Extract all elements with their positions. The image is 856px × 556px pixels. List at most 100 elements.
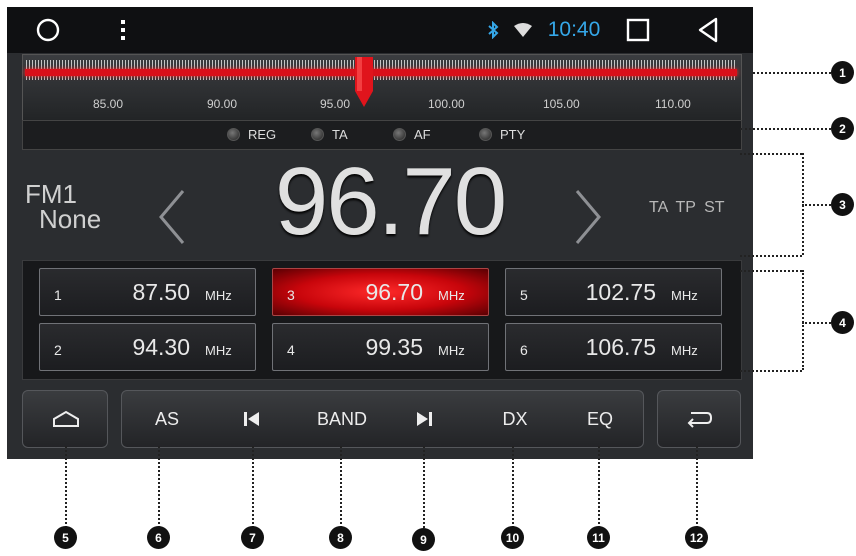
indicator-dot: [311, 128, 324, 141]
wifi-icon: [512, 7, 534, 53]
status-bar: 10:40: [7, 7, 753, 53]
preset-frequency: 94.30: [132, 334, 190, 360]
scale-label: 105.00: [543, 97, 580, 111]
indicator-dot: [393, 128, 406, 141]
preset-frequency: 87.50: [132, 279, 190, 305]
callout-line: [65, 446, 67, 528]
indicator-ta[interactable]: TA: [311, 127, 348, 142]
preset-5[interactable]: 5 102.75 MHz: [505, 268, 722, 316]
callout-badge: 5: [54, 526, 77, 549]
preset-panel: 1 87.50 MHz 3 96.70 MHz 5 102.75 MHz 2 9…: [22, 260, 742, 380]
callout-line: [740, 128, 831, 130]
auto-search-button[interactable]: AS: [142, 391, 192, 447]
indicator-label: PTY: [500, 127, 526, 142]
return-arrow-icon: [687, 412, 713, 428]
callout-line: [512, 446, 514, 528]
dx-button[interactable]: DX: [490, 391, 540, 447]
preset-unit: MHz: [205, 288, 232, 303]
chevron-left-icon[interactable]: [157, 187, 187, 257]
more-vert-icon[interactable]: [115, 7, 131, 53]
callout-badge: 8: [329, 526, 352, 549]
skip-previous-icon: [244, 412, 259, 426]
preset-frequency: 106.75: [585, 334, 656, 360]
scale-red-line: [25, 69, 737, 76]
bluetooth-icon: [485, 7, 501, 53]
indicator-dot: [227, 128, 240, 141]
indicator-label: AF: [414, 127, 431, 142]
preset-3[interactable]: 3 96.70 MHz: [272, 268, 489, 316]
eq-button[interactable]: EQ: [575, 391, 625, 447]
home-icon: [53, 410, 79, 427]
scale-label: 95.00: [320, 97, 351, 111]
callout-line: [158, 446, 160, 528]
preset-unit: MHz: [438, 288, 465, 303]
triangle-back-icon[interactable]: [693, 7, 723, 53]
callout-line: [423, 446, 425, 528]
callout-line: [598, 446, 600, 528]
callout-badge: 6: [147, 526, 170, 549]
indicator-label: REG: [248, 127, 277, 142]
tuning-needle[interactable]: [353, 57, 375, 107]
preset-unit: MHz: [671, 343, 698, 358]
callout-line: [696, 446, 698, 528]
callout-line: [740, 153, 802, 155]
scale-label: 110.00: [655, 97, 691, 111]
preset-frequency: 99.35: [365, 334, 423, 360]
callout-badge: 3: [831, 193, 854, 216]
preset-number: 5: [520, 287, 528, 303]
circle-home-icon[interactable]: [31, 7, 65, 53]
rds-indicator-bar: REG TA AF PTY: [22, 120, 742, 150]
preset-2[interactable]: 2 94.30 MHz: [39, 323, 256, 371]
preset-number: 3: [287, 287, 295, 303]
clock-time: 10:40: [547, 18, 601, 41]
preset-frequency: 96.70: [365, 279, 423, 305]
indicator-af[interactable]: AF: [393, 127, 431, 142]
preset-number: 1: [54, 287, 62, 303]
preset-number: 2: [54, 342, 62, 358]
current-frequency: 96.70: [274, 148, 507, 255]
home-button[interactable]: [22, 390, 108, 448]
band-label: FM1: [25, 179, 77, 209]
callout-line: [802, 204, 831, 206]
preset-unit: MHz: [205, 343, 232, 358]
indicator-pty[interactable]: PTY: [479, 127, 525, 142]
callout-line: [252, 446, 254, 528]
band-button[interactable]: BAND: [302, 391, 382, 447]
prev-track-button[interactable]: [232, 391, 272, 447]
chevron-right-icon[interactable]: [573, 187, 603, 257]
callout-badge: 4: [831, 311, 854, 334]
next-track-button[interactable]: [404, 391, 444, 447]
square-recents-icon[interactable]: [623, 7, 653, 53]
skip-next-icon: [417, 412, 432, 426]
callout-badge: 9: [412, 528, 435, 551]
scale-label: 90.00: [207, 97, 238, 111]
callout-line: [740, 255, 802, 257]
preset-number: 6: [520, 342, 528, 358]
station-name: None: [39, 204, 102, 234]
callout-line: [753, 72, 831, 74]
preset-4[interactable]: 4 99.35 MHz: [272, 323, 489, 371]
callout-line: [802, 270, 804, 370]
indicator-dot: [479, 128, 492, 141]
callout-badge: 2: [831, 117, 854, 140]
preset-6[interactable]: 6 106.75 MHz: [505, 323, 722, 371]
indicator-reg[interactable]: REG: [227, 127, 276, 142]
callout-badge: 1: [831, 61, 854, 84]
preset-number: 4: [287, 342, 295, 358]
preset-1[interactable]: 1 87.50 MHz: [39, 268, 256, 316]
scale-label: 100.00: [428, 97, 465, 111]
preset-unit: MHz: [438, 343, 465, 358]
radio-screen: 10:40 85.00 90.00 95.00 100.00 105.00 11…: [7, 7, 753, 459]
preset-unit: MHz: [671, 288, 698, 303]
indicator-label: TA: [332, 127, 348, 142]
callout-line: [802, 322, 831, 324]
callout-badge: 7: [241, 526, 264, 549]
callout-badge: 11: [587, 526, 610, 549]
control-bar: AS BAND DX EQ: [121, 390, 644, 448]
tuning-scale[interactable]: 85.00 90.00 95.00 100.00 105.00 110.00: [22, 54, 742, 122]
preset-frequency: 102.75: [585, 279, 656, 305]
back-button[interactable]: [657, 390, 741, 448]
callout-badge: 12: [685, 526, 708, 549]
callout-line: [740, 370, 802, 372]
callout-badge: 10: [501, 526, 524, 549]
